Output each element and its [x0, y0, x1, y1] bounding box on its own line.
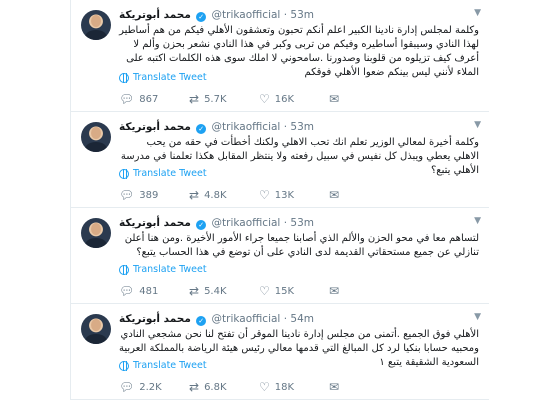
retweet-icon: ⇄ — [189, 188, 200, 202]
tweet-actions: 💬︎ 867 ⇄ 5.7K ♡ 16K ✉ — [119, 92, 479, 106]
dm-button[interactable]: ✉ — [329, 188, 399, 202]
retweet-count: 6.8K — [204, 381, 227, 393]
reply-icon: 💬︎ — [119, 284, 135, 298]
author-name[interactable]: محمد أبوتريكة — [119, 313, 191, 325]
reply-button[interactable]: 💬︎ 481 — [119, 284, 189, 298]
retweet-count: 5.4K — [204, 285, 227, 297]
like-count: 15K — [274, 285, 295, 297]
tweet-feed: محمد أبوتريكة ✓ @trikaofficial · 53m ▼ و… — [70, 0, 489, 400]
tweet-header: محمد أبوتريكة ✓ @trikaofficial · 53m — [119, 217, 479, 231]
separator-dot: · — [283, 9, 288, 21]
author-handle[interactable]: @trikaofficial — [212, 313, 281, 325]
translate-label: Translate Tweet — [133, 360, 207, 371]
avatar[interactable] — [81, 10, 111, 40]
translate-label: Translate Tweet — [133, 168, 207, 179]
tweet-time[interactable]: 53m — [290, 9, 314, 21]
tweet[interactable]: محمد أبوتريكة ✓ @trikaofficial · 53m ▼ و… — [71, 0, 489, 112]
globe-icon — [119, 360, 129, 371]
retweet-button[interactable]: ⇄ 6.8K — [189, 380, 259, 394]
like-count: 13K — [274, 189, 295, 201]
chevron-down-icon[interactable]: ▼ — [474, 216, 481, 226]
envelope-icon: ✉ — [329, 188, 340, 202]
tweet-actions: 💬︎ 2.2K ⇄ 6.8K ♡ 18K ✉ — [119, 380, 479, 394]
avatar[interactable] — [81, 218, 111, 248]
author-name[interactable]: محمد أبوتريكة — [119, 217, 191, 229]
translate-label: Translate Tweet — [133, 264, 207, 275]
reply-icon: 💬︎ — [119, 188, 135, 202]
like-button[interactable]: ♡ 18K — [259, 380, 329, 394]
like-count: 16K — [274, 93, 295, 105]
tweet-header: محمد أبوتريكة ✓ @trikaofficial · 53m — [119, 9, 479, 23]
reply-icon: 💬︎ — [119, 92, 135, 106]
translate-label: Translate Tweet — [133, 72, 207, 83]
retweet-button[interactable]: ⇄ 5.4K — [189, 284, 259, 298]
retweet-button[interactable]: ⇄ 4.8K — [189, 188, 259, 202]
heart-icon: ♡ — [259, 188, 270, 202]
tweet-header: محمد أبوتريكة ✓ @trikaofficial · 53m — [119, 121, 479, 135]
translate-tweet-link[interactable]: Translate Tweet — [119, 168, 207, 179]
heart-icon: ♡ — [259, 92, 270, 106]
translate-tweet-link[interactable]: Translate Tweet — [119, 264, 207, 275]
reply-count: 2.2K — [139, 381, 162, 393]
tweet[interactable]: محمد أبوتريكة ✓ @trikaofficial · 53m ▼ ل… — [71, 208, 489, 304]
author-handle[interactable]: @trikaofficial — [212, 121, 281, 133]
globe-icon — [119, 168, 129, 179]
reply-count: 481 — [139, 285, 159, 297]
author-handle[interactable]: @trikaofficial — [212, 9, 281, 21]
globe-icon — [119, 264, 129, 275]
tweet-time[interactable]: 54m — [290, 313, 314, 325]
author-handle[interactable]: @trikaofficial — [212, 217, 281, 229]
globe-icon — [119, 72, 129, 83]
reply-button[interactable]: 💬︎ 389 — [119, 188, 189, 202]
retweet-count: 5.7K — [204, 93, 227, 105]
translate-tweet-link[interactable]: Translate Tweet — [119, 72, 207, 83]
verified-badge-icon: ✓ — [196, 316, 207, 326]
separator-dot: · — [283, 121, 288, 133]
author-name[interactable]: محمد أبوتريكة — [119, 121, 191, 133]
tweet-time[interactable]: 53m — [290, 121, 314, 133]
chevron-down-icon[interactable]: ▼ — [474, 120, 481, 130]
dm-button[interactable]: ✉ — [329, 284, 399, 298]
retweet-icon: ⇄ — [189, 380, 200, 394]
like-count: 18K — [274, 381, 295, 393]
retweet-icon: ⇄ — [189, 284, 200, 298]
reply-button[interactable]: 💬︎ 867 — [119, 92, 189, 106]
verified-badge-icon: ✓ — [196, 124, 207, 134]
tweet-header: محمد أبوتريكة ✓ @trikaofficial · 54m — [119, 313, 479, 327]
reply-count: 867 — [139, 93, 159, 105]
tweet-time[interactable]: 53m — [290, 217, 314, 229]
tweet-text: لتساهم معا في محو الحزن والألم الذي أصاب… — [124, 233, 479, 258]
like-button[interactable]: ♡ 13K — [259, 188, 329, 202]
envelope-icon: ✉ — [329, 92, 340, 106]
heart-icon: ♡ — [259, 380, 270, 394]
like-button[interactable]: ♡ 16K — [259, 92, 329, 106]
separator-dot: · — [283, 217, 288, 229]
avatar[interactable] — [81, 122, 111, 152]
reply-button[interactable]: 💬︎ 2.2K — [119, 380, 189, 394]
separator-dot: · — [283, 313, 288, 325]
avatar[interactable] — [81, 314, 111, 344]
chevron-down-icon[interactable]: ▼ — [474, 8, 481, 18]
retweet-count: 4.8K — [204, 189, 227, 201]
verified-badge-icon: ✓ — [196, 220, 207, 230]
reply-count: 389 — [139, 189, 159, 201]
tweet-actions: 💬︎ 389 ⇄ 4.8K ♡ 13K ✉ — [119, 188, 479, 202]
tweet[interactable]: محمد أبوتريكة ✓ @trikaofficial · 53m ▼ و… — [71, 112, 489, 208]
chevron-down-icon[interactable]: ▼ — [474, 312, 481, 322]
tweet[interactable]: محمد أبوتريكة ✓ @trikaofficial · 54m ▼ ا… — [71, 304, 489, 400]
retweet-button[interactable]: ⇄ 5.7K — [189, 92, 259, 106]
tweet-actions: 💬︎ 481 ⇄ 5.4K ♡ 15K ✉ — [119, 284, 479, 298]
dm-button[interactable]: ✉ — [329, 380, 399, 394]
dm-button[interactable]: ✉ — [329, 92, 399, 106]
like-button[interactable]: ♡ 15K — [259, 284, 329, 298]
envelope-icon: ✉ — [329, 380, 340, 394]
verified-badge-icon: ✓ — [196, 12, 207, 22]
envelope-icon: ✉ — [329, 284, 340, 298]
reply-icon: 💬︎ — [119, 380, 135, 394]
retweet-icon: ⇄ — [189, 92, 200, 106]
translate-tweet-link[interactable]: Translate Tweet — [119, 360, 207, 371]
author-name[interactable]: محمد أبوتريكة — [119, 9, 191, 21]
heart-icon: ♡ — [259, 284, 270, 298]
